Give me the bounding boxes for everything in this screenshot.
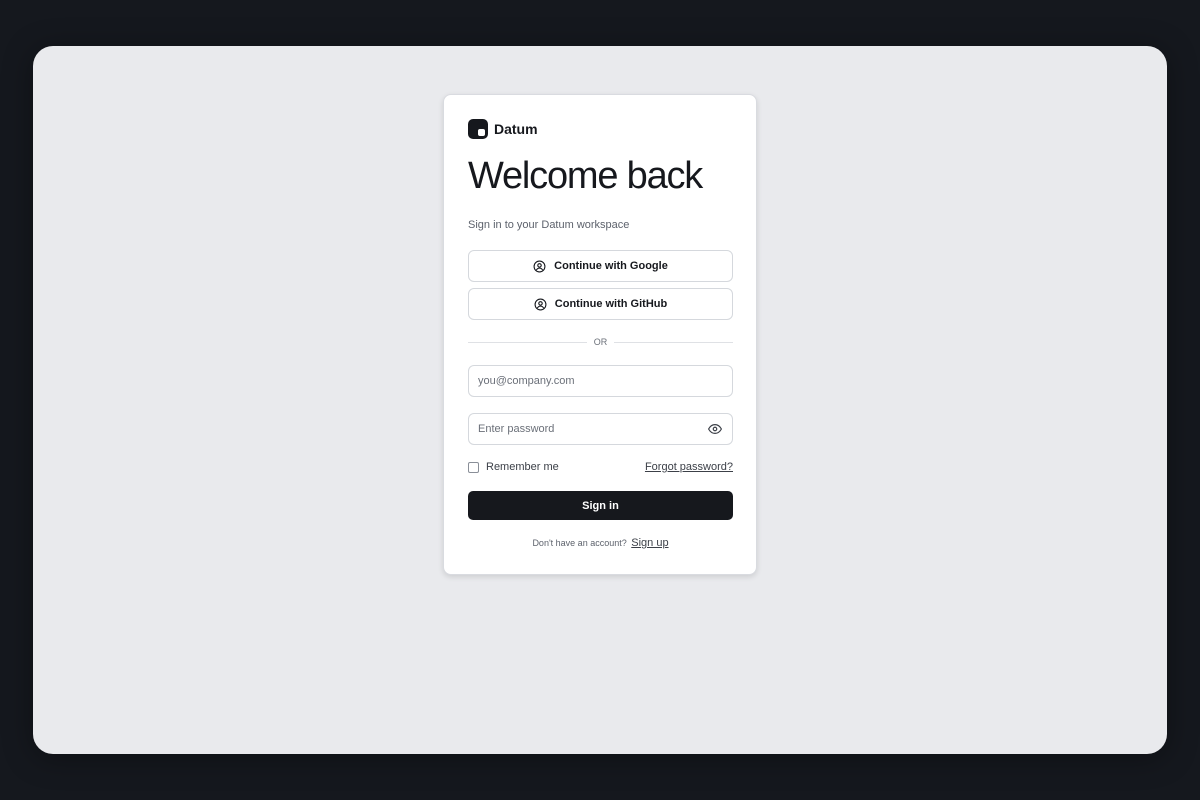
password-input[interactable] [469,414,732,444]
logo-icon [468,119,488,139]
email-input[interactable] [469,366,732,396]
brand-name: Datum [494,121,538,137]
forgot-password-link[interactable]: Forgot password? [645,461,733,473]
sign-up-link[interactable]: Sign up [631,537,668,549]
password-field-wrapper [468,413,733,445]
continue-with-github-button[interactable]: Continue with GitHub [468,288,733,320]
email-field-wrapper [468,365,733,397]
remember-me[interactable]: Remember me [468,461,559,473]
divider-line [614,341,733,343]
sign-in-button[interactable]: Sign in [468,491,733,520]
show-password-button[interactable] [707,422,723,436]
app-window: Datum Welcome back Sign in to your Datum… [33,46,1167,754]
page-title: Welcome back [468,155,703,197]
github-button-label: Continue with GitHub [554,298,668,310]
sign-in-button-label: Sign in [582,499,619,512]
continue-with-google-button[interactable]: Continue with Google [468,250,733,282]
divider-line [468,341,587,343]
remember-me-label: Remember me [486,461,559,473]
user-circle-icon [533,260,546,273]
signup-prompt-text: Don't have an account? [532,538,627,548]
google-button-label: Continue with Google [554,260,668,272]
eye-icon [708,423,722,435]
signup-prompt: Don't have an account? Sign up [468,537,733,549]
user-circle-icon [534,298,547,311]
divider-text: OR [593,337,608,347]
remember-me-checkbox[interactable] [468,461,479,473]
login-options: Remember me Forgot password? [468,459,733,475]
brand: Datum [468,119,538,139]
login-card: Datum Welcome back Sign in to your Datum… [443,94,757,575]
page-subtitle: Sign in to your Datum workspace [468,219,630,231]
or-divider: OR [468,335,733,349]
